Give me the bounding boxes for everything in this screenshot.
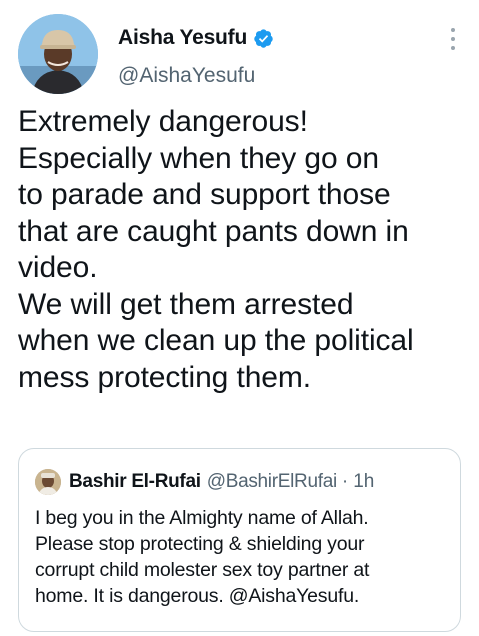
quoted-tweet[interactable]: Bashir El-Rufai @BashirElRufai · 1h I be… xyxy=(18,448,461,632)
author-name-row: Aisha Yesufu xyxy=(118,26,274,50)
tweet-text: Extremely dangerous! Especially when the… xyxy=(18,105,414,394)
more-vertical-icon[interactable] xyxy=(443,24,463,54)
avatar-photo-icon xyxy=(18,14,98,94)
quoted-timestamp[interactable]: 1h xyxy=(353,471,374,493)
quoted-author-display-name[interactable]: Bashir El-Rufai xyxy=(69,471,201,493)
author-handle[interactable]: @AishaYesufu xyxy=(118,64,255,88)
quoted-tweet-header: Bashir El-Rufai @BashirElRufai · 1h xyxy=(35,469,374,495)
tweet-header: Aisha Yesufu @AishaYesufu xyxy=(18,14,463,98)
quoted-avatar-photo-icon xyxy=(35,469,61,495)
quoted-separator: · xyxy=(341,471,349,492)
quoted-author-handle[interactable]: @BashirElRufai xyxy=(207,471,338,493)
verified-badge-icon xyxy=(253,28,274,49)
author-display-name[interactable]: Aisha Yesufu xyxy=(118,26,247,50)
quoted-tweet-text: I beg you in the Almighty name of Allah.… xyxy=(35,507,370,607)
tweet: Aisha Yesufu @AishaYesufu Extremely dang… xyxy=(0,0,479,636)
author-avatar[interactable] xyxy=(18,14,98,94)
quoted-author-avatar[interactable] xyxy=(35,469,61,495)
